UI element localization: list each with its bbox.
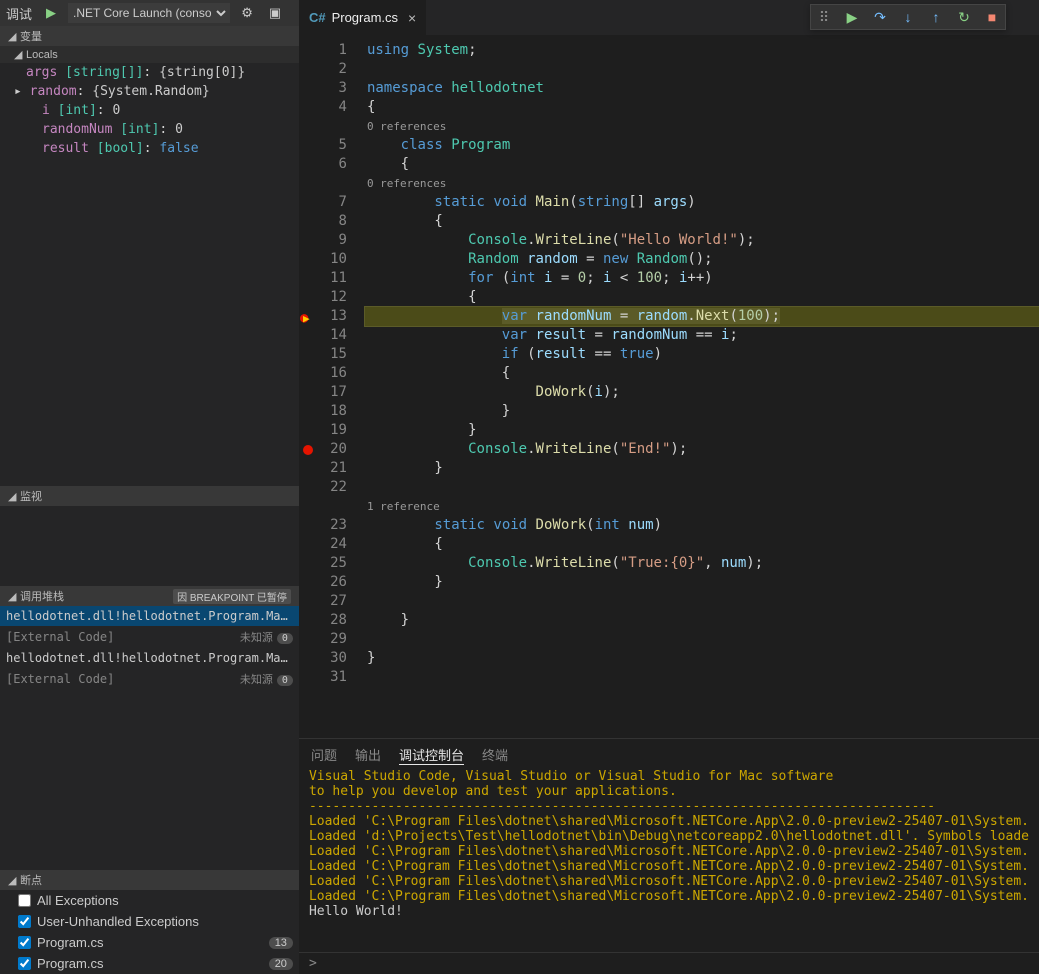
step-over-button[interactable]: ↷ <box>871 7 889 27</box>
callstack-spacer <box>0 690 299 870</box>
callstack-frame[interactable]: [External Code]未知源0 <box>0 668 299 690</box>
tab-terminal[interactable]: 终端 <box>482 745 508 765</box>
bp-checkbox[interactable] <box>18 894 31 907</box>
var-result[interactable]: result [bool]: false <box>0 139 299 158</box>
watch-body <box>0 506 299 586</box>
callstack-list: hellodotnet.dll!hellodotnet.Program.Ma… … <box>0 606 299 690</box>
tab-program-cs[interactable]: C# Program.cs × <box>299 0 426 35</box>
start-debug-icon[interactable]: ▶ <box>40 2 62 24</box>
callstack-frame[interactable]: [External Code]未知源0 <box>0 626 299 648</box>
bp-file[interactable]: Program.cs20 <box>0 953 299 974</box>
bp-checkbox[interactable] <box>18 915 31 928</box>
bp-all-exceptions[interactable]: All Exceptions <box>0 890 299 911</box>
locals-list: args [string[]]: {string[0]} ▸ random: {… <box>0 63 299 162</box>
drag-handle-icon[interactable]: ⠿ <box>815 7 833 27</box>
var-i[interactable]: i [int]: 0 <box>0 101 299 120</box>
stop-button[interactable]: ■ <box>983 7 1001 27</box>
code-body[interactable]: using System; namespace hellodotnet { 0 … <box>365 35 1039 738</box>
breakpoints-list: All Exceptions User-Unhandled Exceptions… <box>0 890 299 974</box>
gear-icon[interactable]: ⚙ <box>236 2 258 24</box>
tab-output[interactable]: 输出 <box>355 745 381 765</box>
debug-label: 调试 <box>6 4 32 23</box>
code-editor[interactable]: 1234 56 78910 1112 ▶13 14151617 1819 20 … <box>299 35 1039 738</box>
watch-header[interactable]: ◢监视 <box>0 486 299 506</box>
continue-button[interactable]: ▶ <box>843 7 861 27</box>
locals-header[interactable]: ◢Locals <box>0 46 299 63</box>
callstack-frame[interactable]: hellodotnet.dll!hellodotnet.Program.Ma… <box>0 648 299 668</box>
tab-debug-console[interactable]: 调试控制台 <box>399 745 464 765</box>
debug-console-toggle-icon[interactable]: ▣ <box>264 2 286 24</box>
breakpoint-gutter[interactable]: 20 <box>299 440 365 459</box>
callstack-header[interactable]: ◢调用堆栈因 BREAKPOINT 已暂停 <box>0 586 299 606</box>
tab-problems[interactable]: 问题 <box>311 745 337 765</box>
current-execution-line: var randomNum = random.Next(100); <box>365 307 1039 326</box>
callstack-status: 因 BREAKPOINT 已暂停 <box>173 589 291 604</box>
panel-tabs: 问题 输出 调试控制台 终端 <box>299 739 1039 769</box>
bp-file[interactable]: Program.cs13 <box>0 932 299 953</box>
debug-console[interactable]: Visual Studio Code, Visual Studio or Vis… <box>299 769 1039 952</box>
callstack-frame[interactable]: hellodotnet.dll!hellodotnet.Program.Ma… <box>0 606 299 626</box>
tab-label: Program.cs <box>332 10 398 25</box>
console-output-line: Hello World! <box>309 904 1029 919</box>
repl-input[interactable]: > <box>299 952 1039 974</box>
var-random[interactable]: ▸ random: {System.Random} <box>0 82 299 101</box>
variables-header[interactable]: ◢变量 <box>0 26 299 46</box>
restart-button[interactable]: ↻ <box>955 7 973 27</box>
gutter: 1234 56 78910 1112 ▶13 14151617 1819 20 … <box>299 35 365 738</box>
bp-checkbox[interactable] <box>18 957 31 970</box>
step-into-button[interactable]: ↓ <box>899 7 917 27</box>
bp-user-exceptions[interactable]: User-Unhandled Exceptions <box>0 911 299 932</box>
step-out-button[interactable]: ↑ <box>927 7 945 27</box>
debug-sidebar: 调试 ▶ .NET Core Launch (conso ⚙ ▣ ◢变量 ◢Lo… <box>0 0 299 974</box>
csharp-file-icon: C# <box>309 10 326 25</box>
debug-top-row: 调试 ▶ .NET Core Launch (conso ⚙ ▣ <box>0 0 299 26</box>
var-args[interactable]: args [string[]]: {string[0]} <box>0 63 299 82</box>
bottom-panel: 问题 输出 调试控制台 终端 Visual Studio Code, Visua… <box>299 738 1039 974</box>
launch-config-select[interactable]: .NET Core Launch (conso <box>68 3 230 23</box>
breakpoints-header[interactable]: ◢断点 <box>0 870 299 890</box>
close-icon[interactable]: × <box>408 10 416 26</box>
editor-group: C# Program.cs × 1234 56 78910 1112 ▶13 1… <box>299 0 1039 974</box>
debug-toolbar[interactable]: ⠿ ▶ ↷ ↓ ↑ ↻ ■ <box>810 4 1006 30</box>
var-randomNum[interactable]: randomNum [int]: 0 <box>0 120 299 139</box>
current-breakpoint-gutter[interactable]: ▶13 <box>299 307 365 326</box>
bp-checkbox[interactable] <box>18 936 31 949</box>
